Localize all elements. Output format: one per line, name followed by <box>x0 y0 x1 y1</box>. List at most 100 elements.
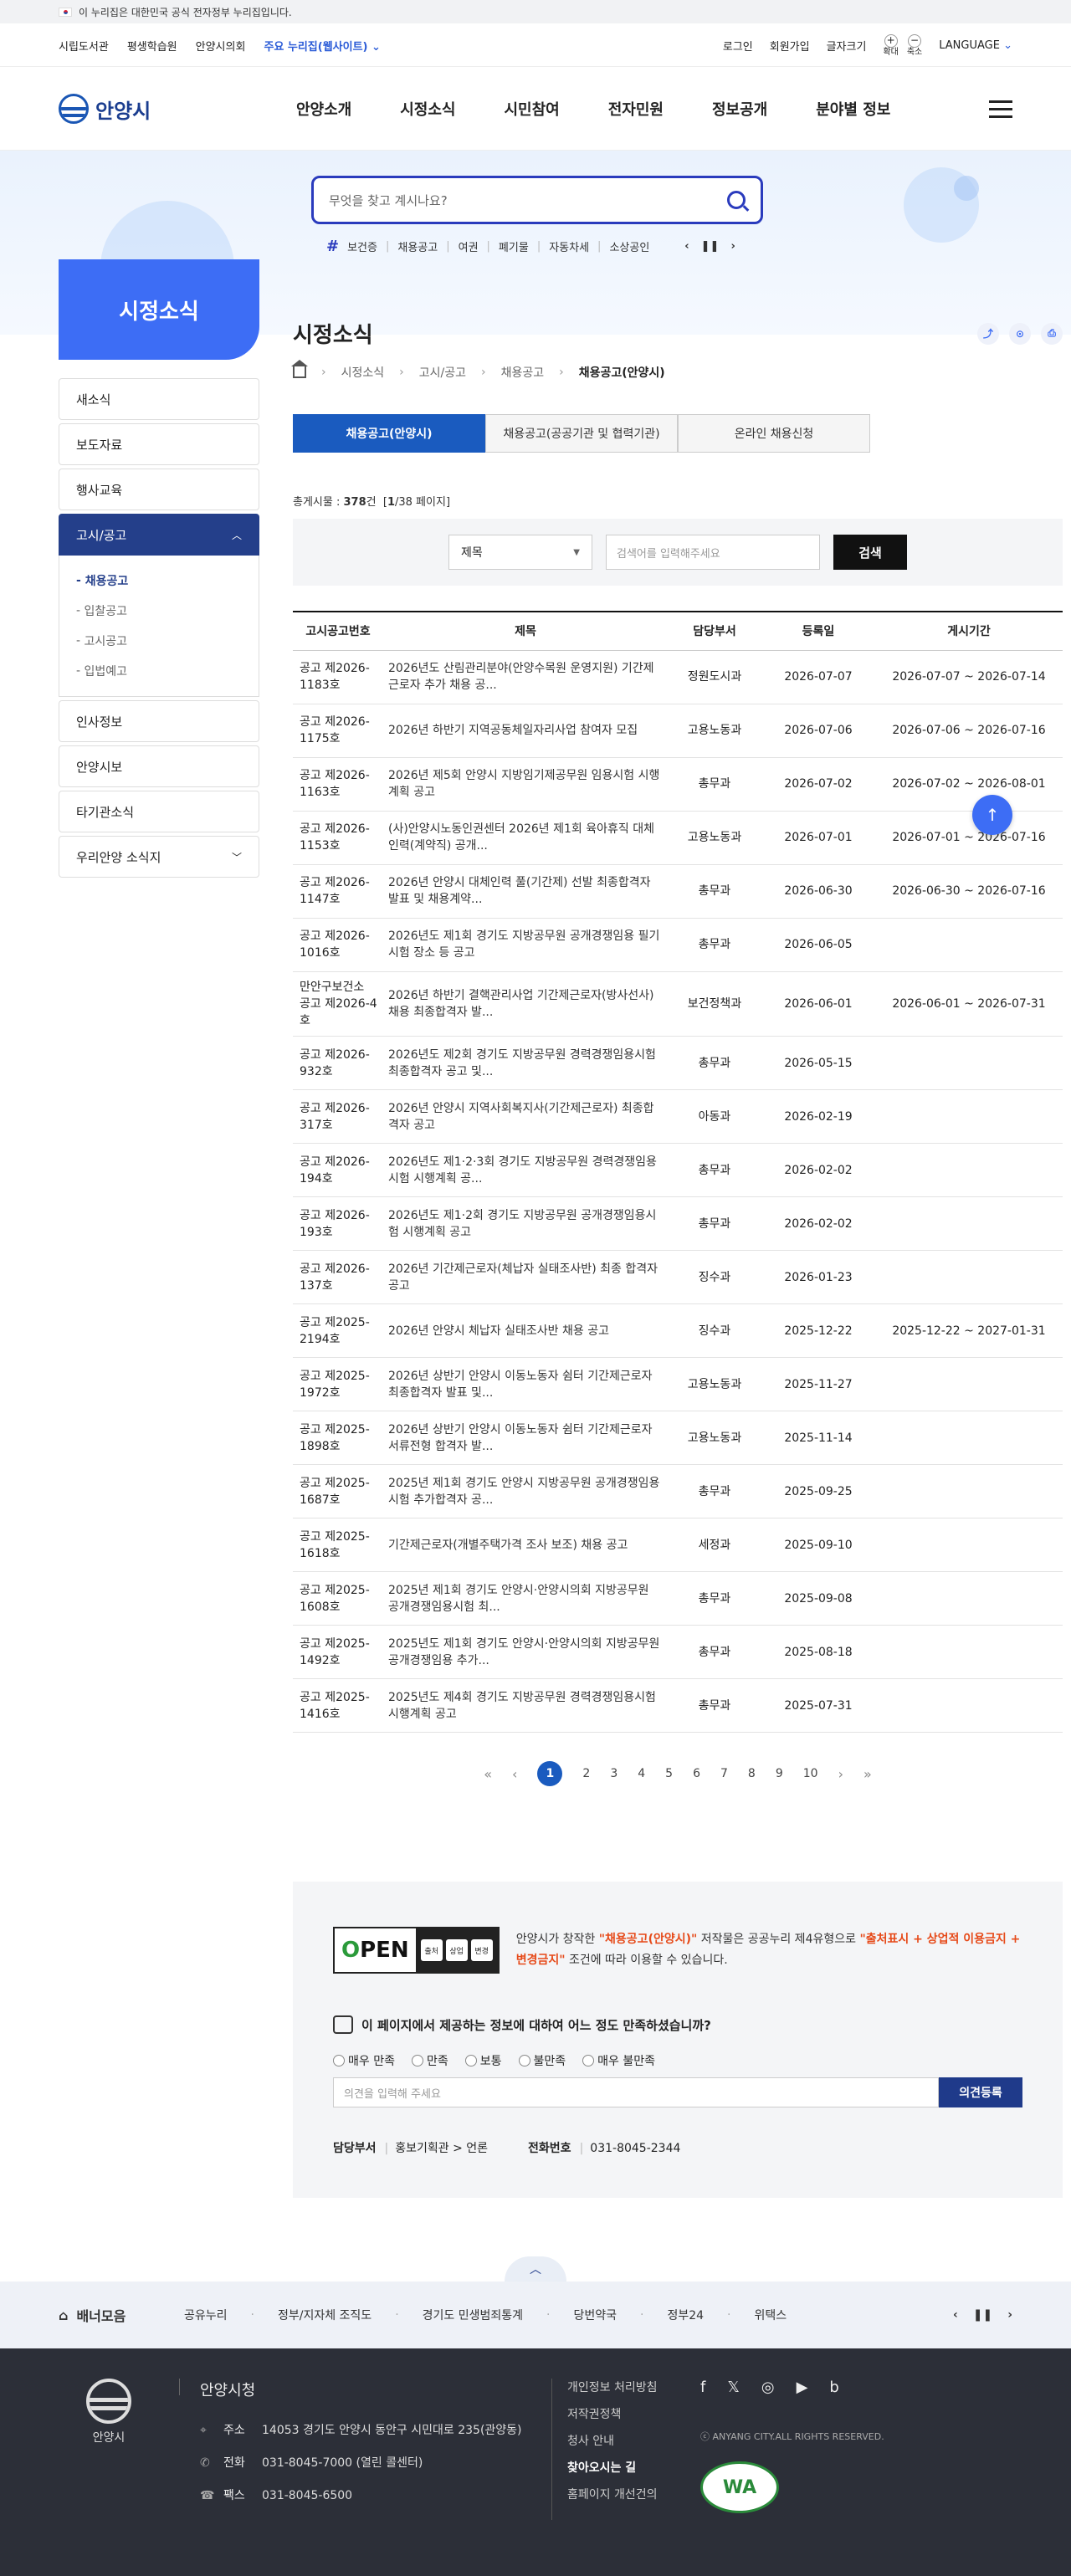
cell-title[interactable]: 기간제근로자(개별주택가격 조사 보조) 채용 공고 <box>383 1518 668 1573</box>
prev-page-icon[interactable]: ‹ <box>512 1766 517 1782</box>
table-row[interactable]: 공고 제2026-932호 2026년도 제2회 경기도 지방공무원 경력경쟁임용… <box>293 1036 1063 1091</box>
page-2[interactable]: 2 <box>582 1767 590 1780</box>
util-link-library[interactable]: 시립도서관 <box>59 38 109 54</box>
building-info-link[interactable]: 청사 안내 <box>567 2432 685 2449</box>
table-row[interactable]: 공고 제2026-1175호 2026년 하반기 지역공동체일자리사업 참여자 모… <box>293 704 1063 758</box>
table-row[interactable]: 공고 제2025-1608호 2025년 제1회 경기도 안양시·안양시의회 지방… <box>293 1571 1063 1626</box>
suggestion-link[interactable]: 홈페이지 개선건의 <box>567 2486 685 2502</box>
lnb-sub-notice[interactable]: - 고시공고 <box>76 626 242 656</box>
breadcrumb-item[interactable]: 시정소식 <box>341 364 385 381</box>
cell-title[interactable]: 2026년도 제1·2·3회 경기도 지방공무원 경력경쟁임용시험 시행계획 공… <box>383 1143 668 1198</box>
lnb-sub-bid[interactable]: - 입찰공고 <box>76 596 242 626</box>
pause-icon[interactable]: ❚❚ <box>701 240 720 253</box>
page-1[interactable]: 1 <box>537 1761 563 1787</box>
cell-title[interactable]: 2026년도 제1·2회 경기도 지방공무원 공개경쟁임용시험 시행계획 공고 <box>383 1196 668 1252</box>
radio-very-satisfied[interactable]: 매우 만족 <box>333 2052 395 2069</box>
table-row[interactable]: 공고 제2025-1492호 2025년도 제1회 경기도 안양시·안양시의회 지… <box>293 1625 1063 1680</box>
opinion-input[interactable]: 의견을 입력해 주세요 <box>333 2077 939 2108</box>
home-icon[interactable] <box>291 360 308 378</box>
radio-neutral[interactable]: 보통 <box>464 2052 502 2069</box>
banner-item[interactable]: 당번약국 <box>573 2307 617 2323</box>
search-button[interactable]: 검색 <box>833 535 907 570</box>
privacy-link[interactable]: 개인정보 처리방침 <box>567 2379 685 2395</box>
lnb-item-other-org[interactable]: 타기관소식 <box>59 791 259 832</box>
banner-item[interactable]: 공유누리 <box>184 2307 228 2323</box>
util-link-council[interactable]: 안양시의회 <box>196 38 246 54</box>
directions-link[interactable]: 찾아오시는 길 <box>567 2459 685 2476</box>
table-row[interactable]: 공고 제2026-317호 2026년 안양시 지역사회복지사(기간제근로자) 최… <box>293 1089 1063 1145</box>
table-row[interactable]: 공고 제2025-1898호 2026년 상반기 안양시 이동노동자 쉼터 기간제… <box>293 1411 1063 1466</box>
lnb-item-press[interactable]: 보도자료 <box>59 423 259 465</box>
opinion-submit-button[interactable]: 의견등록 <box>939 2077 1022 2108</box>
blog-icon[interactable]: b <box>829 2379 838 2396</box>
last-page-icon[interactable]: » <box>863 1766 872 1782</box>
lnb-item-gazette[interactable]: 안양시보 <box>59 745 259 787</box>
tab-recruit-public[interactable]: 채용공고(공공기관 및 협력기관) <box>485 414 678 453</box>
chevron-right-icon[interactable]: › <box>730 240 735 253</box>
table-row[interactable]: 공고 제2026-1147호 2026년 안양시 대체인력 풀(기간제) 선발 최… <box>293 864 1063 919</box>
table-row[interactable]: 공고 제2025-1416호 2025년도 제4회 경기도 지방공무원 경력경쟁임… <box>293 1678 1063 1734</box>
print-icon[interactable]: ⎙ <box>1041 322 1063 345</box>
cell-title[interactable]: 2026년 안양시 지역사회복지사(기간제근로자) 최종합격자 공고 <box>383 1089 668 1145</box>
page-5[interactable]: 5 <box>665 1767 673 1780</box>
util-link-learning[interactable]: 평생학습원 <box>127 38 177 54</box>
lnb-sub-recruit[interactable]: - 채용공고 <box>76 566 242 596</box>
page-10[interactable]: 10 <box>803 1767 818 1780</box>
table-row[interactable]: 공고 제2026-1016호 2026년도 제1회 경기도 지방공무원 공개경쟁임… <box>293 918 1063 972</box>
cell-title[interactable]: 2026년도 산림관리분야(안양수목원 운영지원) 기간제근로자 추가 채용 공… <box>383 650 668 704</box>
search-field-select[interactable]: 제목 ▼ <box>448 535 592 570</box>
keyword-item[interactable]: 채용공고 <box>397 238 438 254</box>
table-row[interactable]: 공고 제2026-193호 2026년도 제1·2회 경기도 지방공무원 공개경쟁… <box>293 1196 1063 1252</box>
search-input[interactable]: 무엇을 찾고 계시나요? <box>311 176 763 224</box>
cell-title[interactable]: 2026년 제5회 안양시 지방임기제공무원 임용시험 시행계획 공고 <box>383 757 668 812</box>
chevron-left-icon[interactable]: ‹ <box>953 2308 958 2322</box>
cell-title[interactable]: 2026년 상반기 안양시 이동노동자 쉼터 기간제근로자 서류전형 합격자 발… <box>383 1411 668 1466</box>
banner-item[interactable]: 정부/지자체 조직도 <box>278 2307 372 2323</box>
search-icon[interactable] <box>727 191 746 209</box>
tab-online-apply[interactable]: 온라인 채용신청 <box>678 414 870 453</box>
banner-item[interactable]: 위택스 <box>755 2307 787 2323</box>
x-icon[interactable]: 𝕏 <box>727 2379 740 2396</box>
facebook-icon[interactable]: f <box>700 2379 705 2396</box>
search-keyword-input[interactable]: 검색어를 입력해주세요 <box>606 535 820 570</box>
page-4[interactable]: 4 <box>638 1767 645 1780</box>
keyword-item[interactable]: 폐기물 <box>499 238 529 254</box>
page-6[interactable]: 6 <box>693 1767 700 1780</box>
radio-satisfied[interactable]: 만족 <box>411 2052 448 2069</box>
signup-link[interactable]: 회원가입 <box>770 38 810 54</box>
table-row[interactable]: 공고 제2026-1153호 (사)안양시노동인권센터 2026년 제1회 육아휴… <box>293 811 1063 865</box>
lnb-item-events[interactable]: 행사교육 <box>59 469 259 510</box>
breadcrumb-item[interactable]: 고시/공고 <box>419 364 466 381</box>
table-row[interactable]: 공고 제2025-1972호 2026년 상반기 안양시 이동노동자 쉼터 기간제… <box>293 1357 1063 1412</box>
keyword-item[interactable]: 보건증 <box>347 238 377 254</box>
next-page-icon[interactable]: › <box>838 1766 843 1782</box>
link-icon[interactable]: ⊙ <box>1009 322 1031 345</box>
table-row[interactable]: 공고 제2025-1687호 2025년 제1회 경기도 안양시 지방공무원 공개… <box>293 1464 1063 1519</box>
pause-icon[interactable]: ❚❚ <box>973 2308 992 2322</box>
lnb-item-newsletter[interactable]: 우리안양 소식지 ﹀ <box>59 836 259 878</box>
cell-title[interactable]: 2025년 제1회 경기도 안양시·안양시의회 지방공무원 공개경쟁임용시험 최… <box>383 1571 668 1626</box>
lnb-item-notice[interactable]: 고시/공고 ︿ <box>59 514 259 556</box>
cell-title[interactable]: 2025년 제1회 경기도 안양시 지방공무원 공개경쟁임용시험 추가합격자 공… <box>383 1464 668 1519</box>
cell-title[interactable]: 2026년 안양시 체납자 실태조사반 채용 공고 <box>383 1303 668 1359</box>
radio-dissatisfied[interactable]: 불만족 <box>518 2052 566 2069</box>
chevron-left-icon[interactable]: ‹ <box>684 240 689 253</box>
first-page-icon[interactable]: « <box>484 1766 492 1782</box>
breadcrumb-item[interactable]: 채용공고 <box>501 364 545 381</box>
tab-recruit-anyang[interactable]: 채용공고(안양시) <box>293 414 485 453</box>
cell-title[interactable]: 2025년도 제4회 경기도 지방공무원 경력경쟁임용시험 시행계획 공고 <box>383 1678 668 1734</box>
main-sites-dropdown[interactable]: 주요 누리집(웹사이트) ⌄ <box>264 38 381 54</box>
cell-title[interactable]: 2026년 안양시 대체인력 풀(기간제) 선발 최종합격자 발표 및 채용계약… <box>383 864 668 919</box>
instagram-icon[interactable]: ◎ <box>761 2379 775 2396</box>
site-logo[interactable]: 안양시 <box>59 94 268 124</box>
cell-title[interactable]: 2026년 상반기 안양시 이동노동자 쉼터 기간제근로자 최종합격자 발표 및… <box>383 1357 668 1412</box>
keyword-item[interactable]: 여권 <box>459 238 479 254</box>
keyword-item[interactable]: 소상공인 <box>609 238 649 254</box>
chevron-up-icon[interactable]: ︿ <box>505 2256 566 2282</box>
menu-icon[interactable] <box>989 100 1012 118</box>
table-row[interactable]: 공고 제2025-1618호 기간제근로자(개별주택가격 조사 보조) 채용 공고… <box>293 1518 1063 1573</box>
table-row[interactable]: 공고 제2026-1163호 2026년 제5회 안양시 지방임기제공무원 임용시… <box>293 757 1063 812</box>
youtube-icon[interactable]: ▶ <box>797 2379 808 2396</box>
page-7[interactable]: 7 <box>720 1767 728 1780</box>
keyword-item[interactable]: 자동차세 <box>549 238 589 254</box>
